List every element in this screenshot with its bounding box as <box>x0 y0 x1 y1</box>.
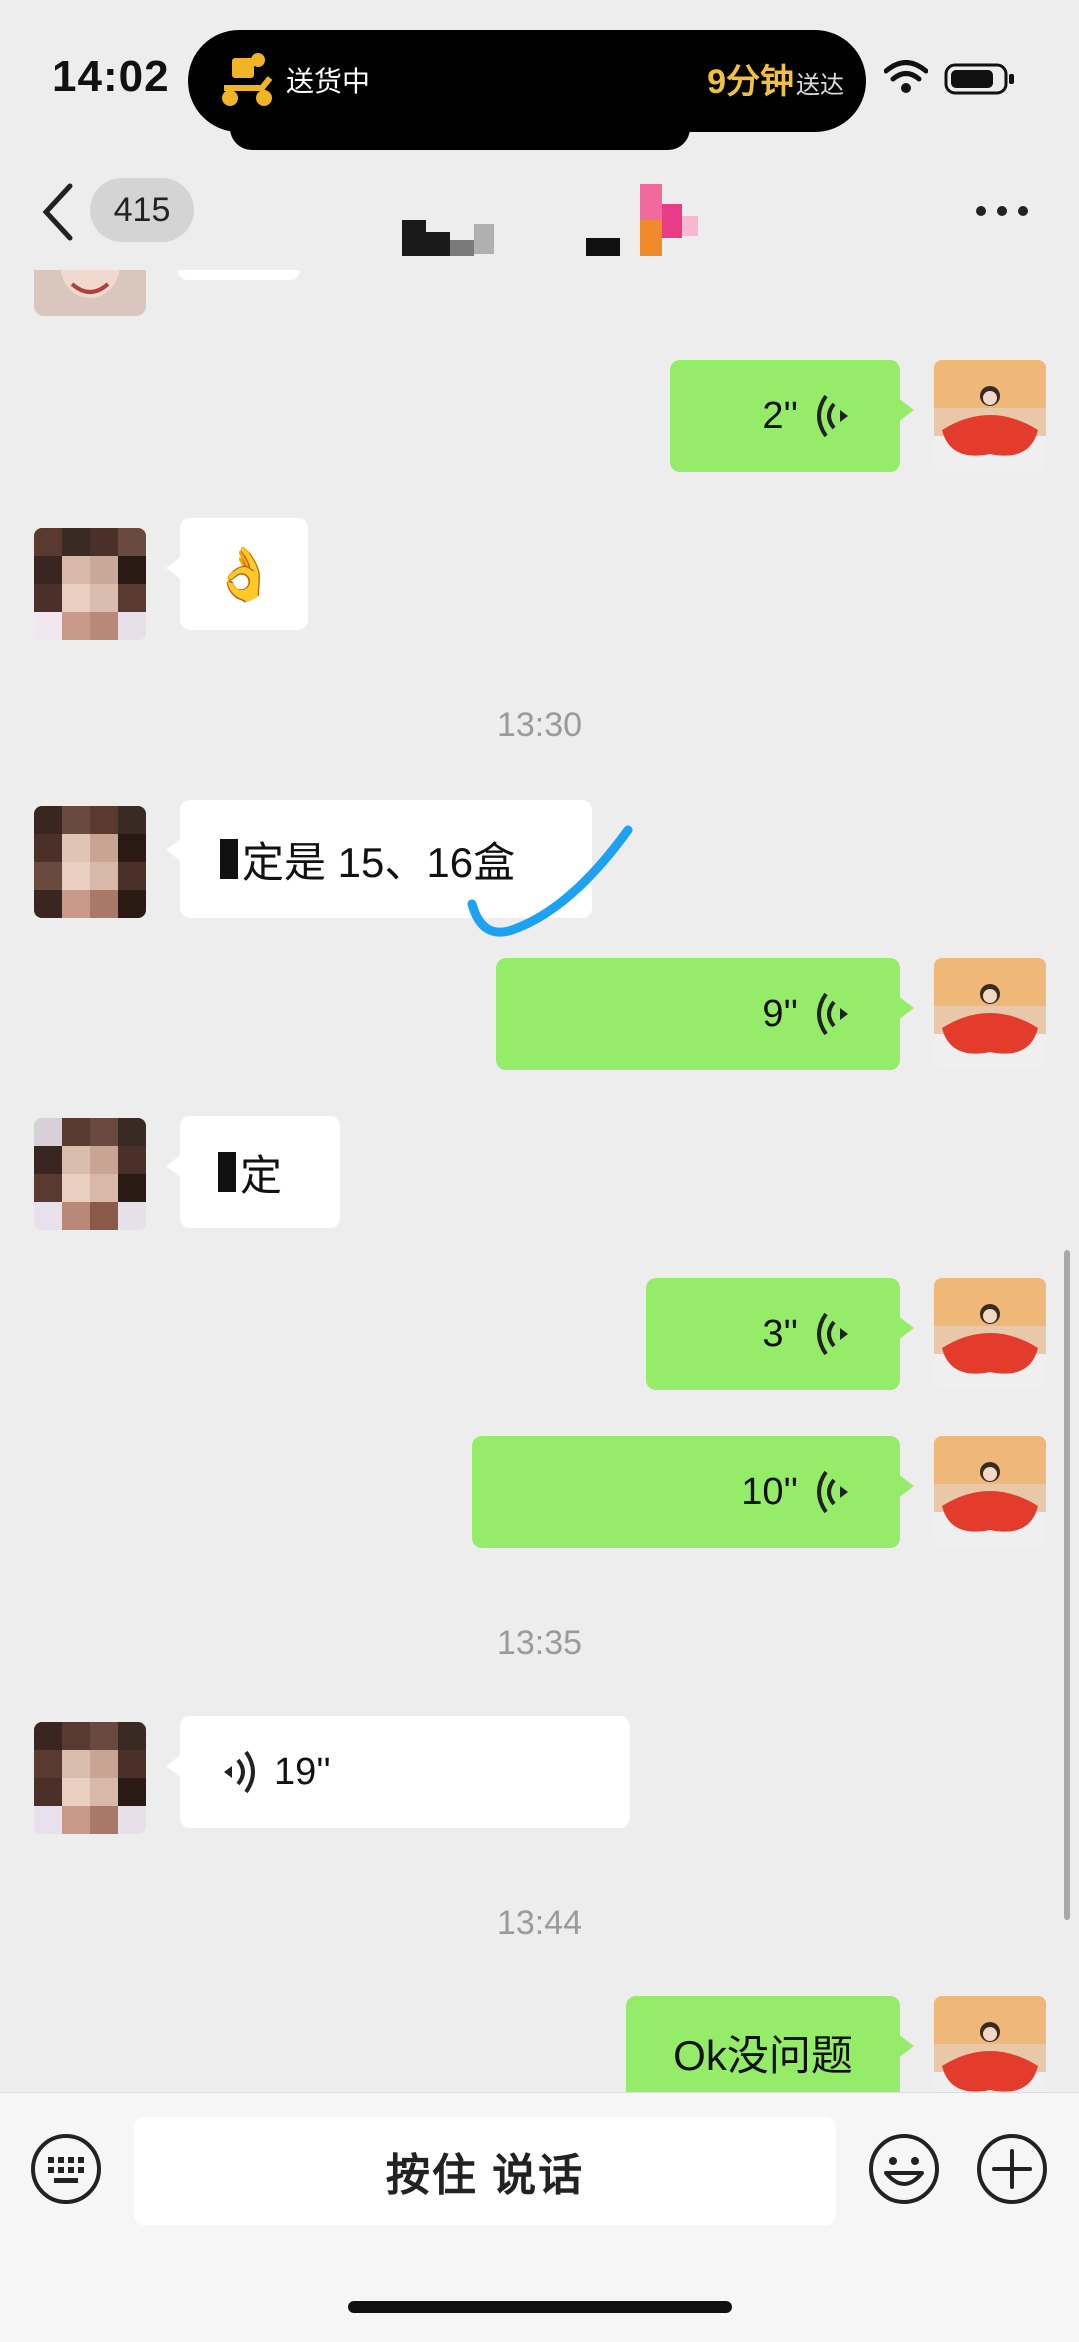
status-bar: 14:02 送货中 9分钟送达 <box>0 0 1079 160</box>
voice-wave-icon <box>817 1470 848 1514</box>
contact-avatar-pixelated[interactable] <box>34 1118 146 1230</box>
voice-wave-icon <box>224 1750 255 1794</box>
my-avatar[interactable] <box>934 1436 1046 1548</box>
contact-avatar-pixelated[interactable] <box>34 528 146 640</box>
voice-duration: 9'' <box>762 992 798 1035</box>
message-bubble-partial[interactable] <box>178 270 300 280</box>
scooter-icon <box>222 53 273 106</box>
keyboard-icon[interactable] <box>30 2133 102 2205</box>
eta-suffix: 送达 <box>796 72 844 99</box>
voice-message[interactable]: 2'' <box>670 360 914 472</box>
message-text: Ok没问题 <box>673 2031 853 2079</box>
contact-avatar-pixelated[interactable] <box>34 806 146 918</box>
voice-message[interactable]: 9'' <box>496 958 914 1070</box>
more-icon[interactable] <box>974 204 1030 218</box>
message-text: 定 <box>240 1151 283 1199</box>
message-timestamp: 13:44 <box>496 1904 583 1942</box>
unread-count-badge[interactable]: 415 <box>90 178 194 242</box>
wifi-icon <box>884 60 928 93</box>
input-bar: 按住 说话 <box>0 2092 1079 2342</box>
my-avatar[interactable] <box>934 958 1046 1070</box>
back-arrow-icon[interactable] <box>40 182 74 242</box>
delivery-status: 送货中 <box>286 66 371 97</box>
status-time: 14:02 <box>52 52 170 101</box>
my-avatar[interactable] <box>934 1996 1046 2092</box>
voice-duration: 2'' <box>762 394 798 437</box>
redacted-character <box>220 839 238 879</box>
emoji-message[interactable]: 👌 <box>166 518 308 630</box>
battery-icon <box>944 63 1014 95</box>
message-list[interactable]: 2'' 👌 13:30 定是 15、16盒 9'' 定 3'' 10'' 13:… <box>0 270 1079 2092</box>
my-avatar[interactable] <box>934 1278 1046 1390</box>
dynamic-island[interactable]: 送货中 9分钟送达 <box>188 30 866 132</box>
text-message[interactable]: Ok没问题 <box>626 1996 914 2092</box>
voice-duration: 19'' <box>274 1750 331 1793</box>
hold-to-talk-button[interactable]: 按住 说话 <box>134 2117 836 2225</box>
contact-avatar-photo[interactable] <box>34 270 146 316</box>
contact-avatar-pixelated[interactable] <box>34 1722 146 1834</box>
chat-header: 415 <box>0 160 1079 270</box>
voice-message[interactable]: 10'' <box>472 1436 914 1548</box>
chat-title-pixelated[interactable] <box>400 180 720 260</box>
voice-message[interactable]: 3'' <box>646 1278 914 1390</box>
delivery-eta: 9分钟送达 <box>707 54 844 103</box>
voice-duration: 3'' <box>762 1312 798 1355</box>
emoji-icon[interactable] <box>868 2133 940 2205</box>
voice-message[interactable]: 19'' <box>166 1716 630 1828</box>
voice-wave-icon <box>817 394 848 438</box>
voice-duration: 10'' <box>741 1470 798 1513</box>
text-message[interactable]: 定 <box>166 1116 340 1228</box>
plus-icon[interactable] <box>976 2133 1048 2205</box>
message-timestamp: 13:30 <box>496 706 583 744</box>
my-avatar[interactable] <box>934 360 1046 472</box>
scrollbar[interactable] <box>1064 1250 1070 1920</box>
checkmark-annotation <box>467 825 633 937</box>
voice-wave-icon <box>817 1312 848 1356</box>
redacted-character <box>218 1152 236 1192</box>
home-indicator[interactable] <box>348 2301 732 2313</box>
eta-value: 9分钟 <box>707 63 794 101</box>
voice-wave-icon <box>817 992 848 1036</box>
message-timestamp: 13:35 <box>496 1624 583 1662</box>
